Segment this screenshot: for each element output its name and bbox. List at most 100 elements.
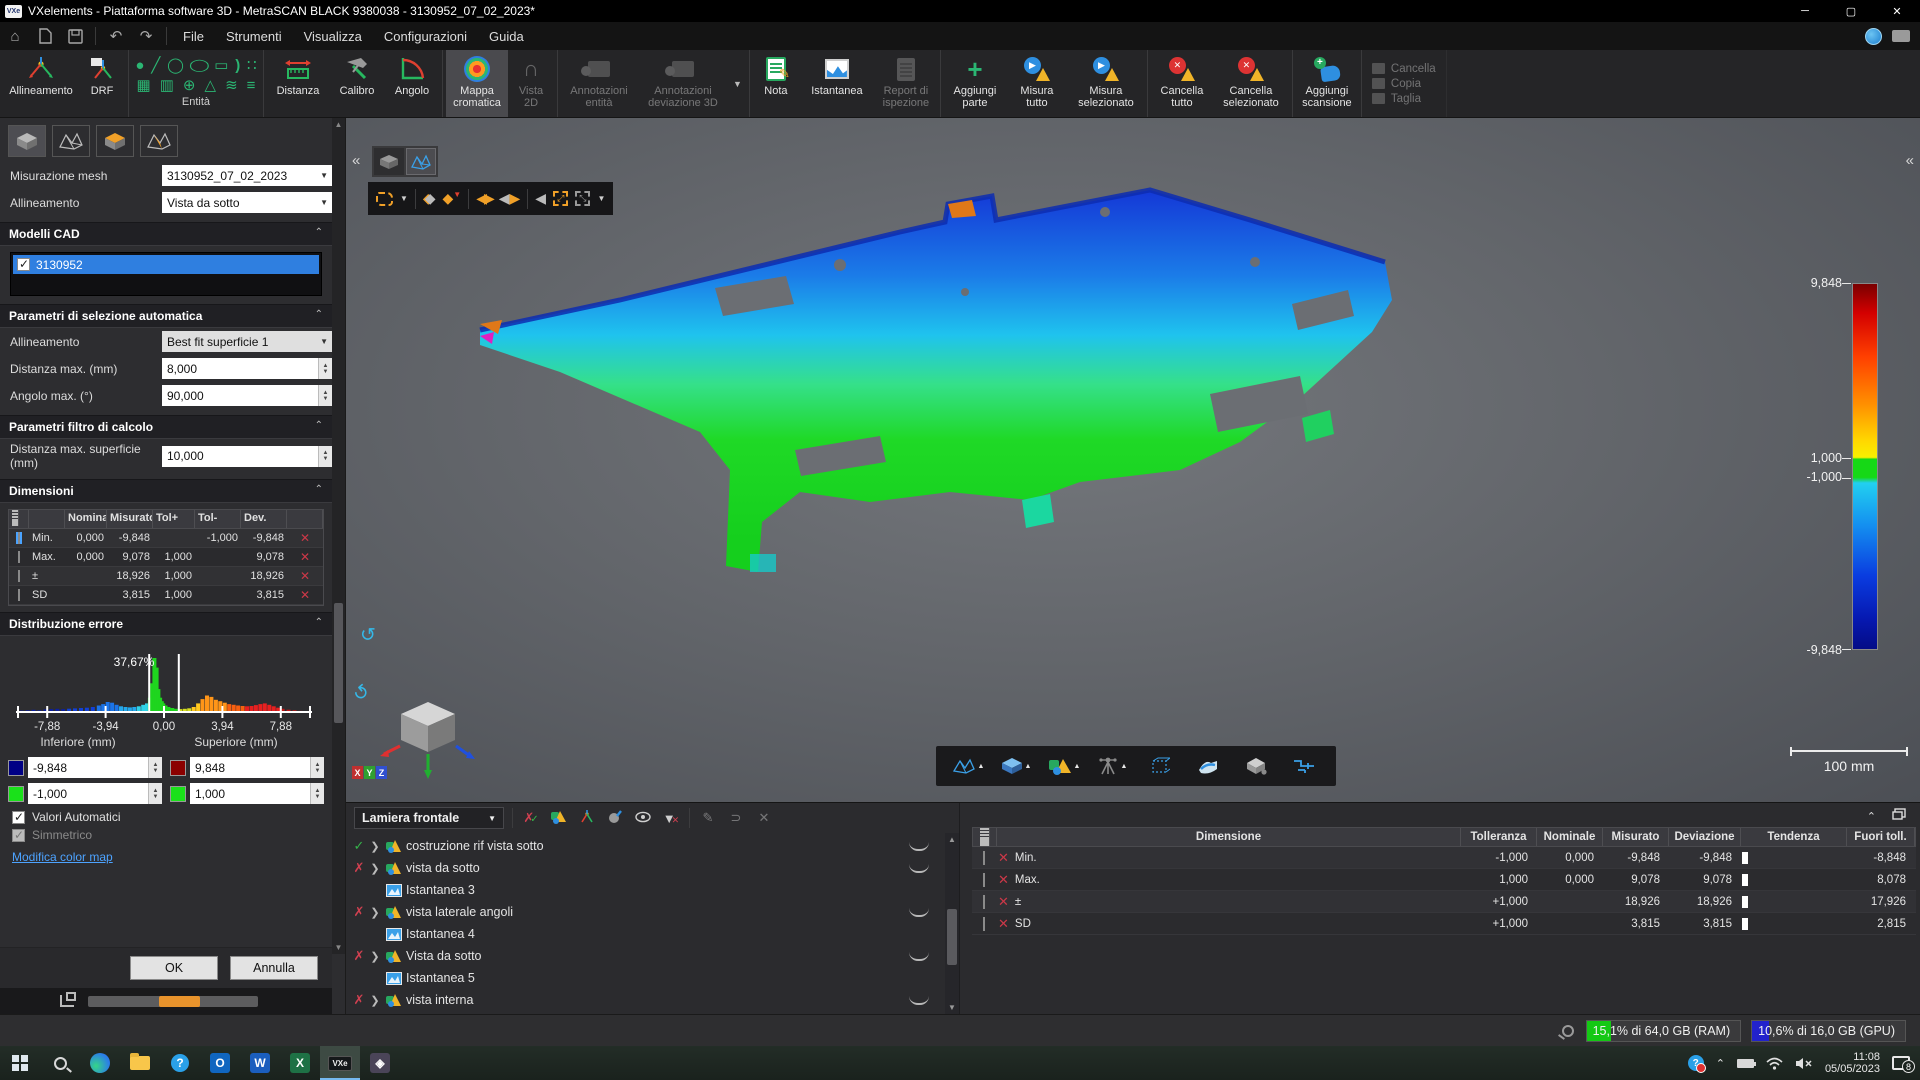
- max-value-input[interactable]: 9,848▲▼: [190, 757, 324, 778]
- surface-distance-input[interactable]: 10,000▲▼: [162, 446, 332, 467]
- tree-item[interactable]: ✓❯ costruzione rif vista sotto: [346, 835, 959, 857]
- mesh-measure-dropdown[interactable]: 3130952_07_02_2023▼: [162, 165, 332, 186]
- taskbar-clock[interactable]: 11:0805/05/2023: [1825, 1051, 1880, 1075]
- ribbon-aggiungi-scansione[interactable]: + Aggiungi scansione: [1296, 50, 1358, 117]
- result-checkbox[interactable]: [983, 873, 985, 887]
- dimension-checkbox[interactable]: [18, 589, 20, 601]
- dimension-row[interactable]: SD3,815 1,0003,815 ✕: [9, 586, 323, 605]
- menu-guida[interactable]: Guida: [478, 25, 535, 48]
- result-checkbox[interactable]: [983, 917, 985, 931]
- mode-solid-colormap-button[interactable]: [96, 125, 134, 157]
- panel-popout-icon[interactable]: [1892, 807, 1906, 825]
- home-icon[interactable]: ⌂: [2, 26, 28, 46]
- result-row[interactable]: ✕Max. 1,0000,0009,0789,078 8,078: [972, 869, 1916, 891]
- tray-expand-chevron[interactable]: ⌃: [1716, 1057, 1725, 1070]
- taskbar-edge-icon[interactable]: [80, 1046, 120, 1080]
- result-row[interactable]: ✕Min. -1,0000,000-9,848-9,848 -8,848: [972, 847, 1916, 869]
- section-parametri-filtro[interactable]: Parametri filtro di calcolo⌃: [0, 415, 332, 439]
- alignment-dropdown[interactable]: Vista da sotto▼: [162, 192, 332, 213]
- ribbon-drf[interactable]: DRF: [79, 50, 125, 117]
- section-parametri-selezione[interactable]: Parametri di selezione automatica⌃: [0, 304, 332, 328]
- mode-mesh-colormap-button[interactable]: [140, 125, 178, 157]
- volume-muted-icon[interactable]: [1795, 1057, 1813, 1070]
- pass-fail-filter-icon[interactable]: ✗✓: [521, 810, 541, 826]
- max-distance-input[interactable]: 8,000▲▼: [162, 358, 332, 379]
- sphere-entity-icon[interactable]: ⊕: [183, 76, 196, 94]
- expand-chevron-icon[interactable]: ❯: [368, 994, 382, 1007]
- circle-entity-icon[interactable]: ◯: [167, 56, 184, 74]
- expand-chevron-icon[interactable]: ❯: [368, 906, 382, 919]
- dimension-checkbox[interactable]: [18, 570, 20, 582]
- point-entity-icon[interactable]: ●: [135, 57, 144, 74]
- taskbar-vxelements-icon[interactable]: VXe: [320, 1046, 360, 1080]
- delete-dimension-icon[interactable]: ✕: [287, 550, 323, 564]
- entities-display-button[interactable]: ▲: [1042, 757, 1086, 775]
- modifica-colormap-link[interactable]: Modifica color map: [12, 850, 113, 864]
- line-entity-icon[interactable]: ╱: [151, 56, 160, 74]
- clipping-plane-button[interactable]: [1186, 757, 1230, 775]
- view-cube[interactable]: [380, 694, 476, 780]
- menu-file[interactable]: File: [172, 25, 215, 48]
- cad-model-checkbox[interactable]: [17, 258, 30, 271]
- ribbon-cancella-tutto[interactable]: ✕ Cancella tutto: [1151, 50, 1213, 117]
- hierarchy-icon[interactable]: [60, 995, 74, 1007]
- result-checkbox[interactable]: [983, 895, 985, 909]
- ribbon-aggiungi-parte[interactable]: + Aggiungi parte: [944, 50, 1006, 117]
- visibility-eye-icon[interactable]: [633, 811, 653, 826]
- progress-slider[interactable]: [88, 996, 258, 1007]
- start-button[interactable]: [0, 1046, 40, 1080]
- section-distribuzione-errore[interactable]: Distribuzione errore⌃: [0, 612, 332, 636]
- arc-entity-icon[interactable]: ): [235, 57, 240, 74]
- tree-scrollbar-thumb[interactable]: [947, 909, 957, 965]
- min-color-swatch[interactable]: [8, 760, 24, 776]
- rectangle-entity-icon[interactable]: ▭: [214, 56, 228, 74]
- entities-filter-icon[interactable]: [549, 810, 569, 827]
- connection-globe-icon[interactable]: [1865, 28, 1882, 45]
- menu-visualizza[interactable]: Visualizza: [293, 25, 373, 48]
- mode-mesh-button[interactable]: [52, 125, 90, 157]
- undo-icon[interactable]: ↶: [103, 26, 129, 46]
- battery-icon[interactable]: [1737, 1059, 1754, 1068]
- taskbar-help-icon[interactable]: ?: [160, 1046, 200, 1080]
- ribbon-cancella-selezionato[interactable]: ✕ Cancella selezionato: [1213, 50, 1289, 117]
- taskbar-outlook-icon[interactable]: O: [200, 1046, 240, 1080]
- collapse-curve-icon[interactable]: [909, 864, 929, 873]
- expand-chevron-icon[interactable]: ❯: [368, 950, 382, 963]
- menu-strumenti[interactable]: Strumenti: [215, 25, 293, 48]
- tree-item[interactable]: ✗❯ vista laterale angoli: [346, 901, 959, 923]
- close-button[interactable]: ✕: [1874, 0, 1920, 22]
- valori-automatici-checkbox[interactable]: [12, 811, 25, 824]
- rotate-view-icon[interactable]: ↺: [360, 624, 376, 647]
- pattern-entity-icon[interactable]: ∷: [247, 56, 257, 74]
- mode-solid-button[interactable]: [8, 125, 46, 157]
- tree-item[interactable]: ✗❯ Vista da sotto: [346, 945, 959, 967]
- high-tol-color-swatch[interactable]: [170, 786, 186, 802]
- collapse-curve-icon[interactable]: [909, 908, 929, 917]
- cad-model-item[interactable]: 3130952: [13, 255, 319, 274]
- tree-item[interactable]: ✗❯ vista interna: [346, 989, 959, 1011]
- taskbar-word-icon[interactable]: W: [240, 1046, 280, 1080]
- mesh-display-button[interactable]: ▲: [946, 757, 990, 775]
- ribbon-mappa-cromatica[interactable]: Mappa cromatica: [446, 50, 508, 117]
- result-row[interactable]: ✕SD +1,0003,8153,815 2,815: [972, 913, 1916, 935]
- bounding-box-button[interactable]: [1138, 757, 1182, 775]
- taskbar-excel-icon[interactable]: X: [280, 1046, 320, 1080]
- taskbar-scanner-app-icon[interactable]: ◈: [360, 1046, 400, 1080]
- annotations-dropdown-arrow[interactable]: ▼: [729, 50, 746, 117]
- layers-entity-icon[interactable]: ≡: [247, 77, 256, 94]
- tray-help-icon[interactable]: ?: [1688, 1055, 1704, 1071]
- taskbar-explorer-icon[interactable]: [120, 1046, 160, 1080]
- low-tol-color-swatch[interactable]: [8, 786, 24, 802]
- low-tol-value-input[interactable]: -1,000▲▼: [28, 783, 162, 804]
- dimension-row[interactable]: Max.0,0009,078 1,0009,078 ✕: [9, 548, 323, 567]
- ok-button[interactable]: OK: [130, 956, 218, 980]
- collapse-curve-icon[interactable]: [909, 996, 929, 1005]
- surface-entity-icon[interactable]: ≋: [225, 76, 238, 94]
- wifi-icon[interactable]: [1766, 1057, 1783, 1070]
- sel-alignment-dropdown[interactable]: Best fit superficie 1▼: [162, 331, 332, 352]
- panel-collapse-icon[interactable]: ⌃: [1867, 810, 1876, 823]
- collapse-curve-icon[interactable]: [909, 842, 929, 851]
- volume-select-button[interactable]: [1234, 757, 1278, 775]
- annulla-button[interactable]: Annulla: [230, 956, 318, 980]
- minimize-button[interactable]: ─: [1782, 0, 1828, 22]
